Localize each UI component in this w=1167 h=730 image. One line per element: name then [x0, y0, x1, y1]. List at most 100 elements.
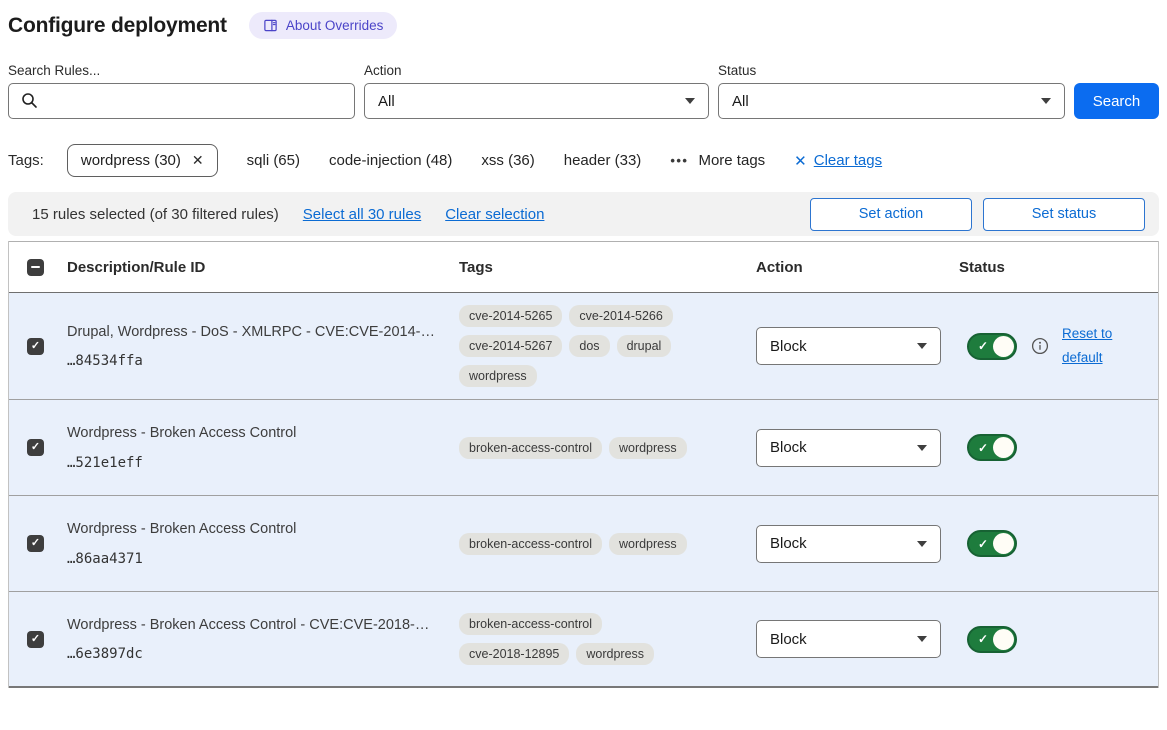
column-header-action: Action [756, 259, 959, 276]
rule-id: …86aa4371 [67, 551, 449, 567]
selection-bar: 15 rules selected (of 30 filtered rules)… [8, 192, 1159, 236]
rule-description: Wordpress - Broken Access Control - CVE:… [67, 616, 449, 636]
status-filter-select[interactable]: All [718, 83, 1065, 119]
row-checkbox[interactable]: ✓ [27, 439, 44, 456]
row-action-value: Block [770, 631, 807, 648]
tag-pill: wordpress [459, 365, 537, 387]
column-header-description: Description/Rule ID [59, 259, 459, 276]
book-icon [263, 18, 278, 33]
rule-tags: broken-access-controlcve-2018-12895wordp… [459, 613, 709, 665]
search-rules-label: Search Rules... [8, 63, 355, 78]
check-icon: ✓ [978, 340, 988, 352]
toggle-knob [993, 336, 1014, 357]
select-all-checkbox[interactable] [27, 259, 44, 276]
check-icon: ✓ [31, 341, 40, 352]
set-status-button[interactable]: Set status [983, 198, 1145, 231]
tag-pill: broken-access-control [459, 533, 602, 555]
more-tags-button[interactable]: ••• More tags [670, 152, 765, 169]
tag-pill: wordpress [609, 437, 687, 459]
page-header: Configure deployment About Overrides [8, 12, 1159, 39]
rule-id: …521e1eff [67, 455, 449, 471]
action-filter-label: Action [364, 63, 709, 78]
check-icon: ✓ [978, 538, 988, 550]
tag-pill: cve-2014-5266 [569, 305, 672, 327]
status-toggle[interactable]: ✓ [967, 530, 1017, 557]
about-overrides-badge[interactable]: About Overrides [249, 12, 398, 39]
table-row: ✓ Wordpress - Broken Access Control - CV… [9, 592, 1158, 688]
row-action-select[interactable]: Block [756, 327, 941, 365]
page-title: Configure deployment [8, 14, 227, 38]
action-filter-value: All [378, 93, 395, 110]
tag-pill: wordpress [576, 643, 654, 665]
row-action-select[interactable]: Block [756, 429, 941, 467]
status-toggle[interactable]: ✓ [967, 626, 1017, 653]
select-all-link[interactable]: Select all 30 rules [303, 206, 421, 223]
tag-pill: cve-2014-5267 [459, 335, 562, 357]
tag-link-sqli[interactable]: sqli (65) [247, 152, 300, 169]
check-icon: ✓ [978, 442, 988, 454]
clear-tags-link[interactable]: ✕ Clear tags [794, 152, 882, 170]
status-toggle[interactable]: ✓ [967, 333, 1017, 360]
tags-bar: Tags: wordpress (30) ✕ sqli (65) code-in… [8, 144, 1159, 177]
info-icon[interactable] [1031, 337, 1049, 355]
tag-link-header[interactable]: header (33) [564, 152, 642, 169]
toggle-knob [993, 629, 1014, 650]
filters-row: Search Rules... Action All Status [8, 63, 1159, 119]
table-row: ✓ Wordpress - Broken Access Control …86a… [9, 496, 1158, 592]
selected-tag-chip[interactable]: wordpress (30) ✕ [67, 144, 218, 177]
chevron-down-icon [917, 541, 927, 547]
more-tags-label: More tags [698, 152, 765, 169]
selection-summary: 15 rules selected (of 30 filtered rules) [32, 206, 279, 223]
chevron-down-icon [917, 445, 927, 451]
reset-to-default-link[interactable]: Reset to default [1062, 322, 1124, 371]
check-icon: ✓ [978, 633, 988, 645]
tag-pill: wordpress [609, 533, 687, 555]
table-header: Description/Rule ID Tags Action Status [9, 241, 1158, 293]
row-checkbox[interactable]: ✓ [27, 535, 44, 552]
tag-pill: cve-2018-12895 [459, 643, 569, 665]
configure-deployment-page: Configure deployment About Overrides Sea… [8, 12, 1159, 688]
status-toggle[interactable]: ✓ [967, 434, 1017, 461]
chevron-down-icon [685, 98, 695, 104]
tags-bar-label: Tags: [8, 152, 44, 169]
action-filter-select[interactable]: All [364, 83, 709, 119]
toggle-knob [993, 437, 1014, 458]
search-rules-input[interactable] [8, 83, 355, 119]
row-action-select[interactable]: Block [756, 525, 941, 563]
clear-selection-link[interactable]: Clear selection [445, 206, 544, 223]
tag-link-code-injection[interactable]: code-injection (48) [329, 152, 452, 169]
rule-id: …84534ffa [67, 353, 449, 369]
row-checkbox[interactable]: ✓ [27, 631, 44, 648]
tag-pill: broken-access-control [459, 437, 602, 459]
rule-tags: cve-2014-5265cve-2014-5266cve-2014-5267d… [459, 305, 709, 387]
selected-tag-label: wordpress (30) [81, 152, 181, 169]
ellipsis-icon: ••• [670, 153, 688, 168]
rule-id: …6e3897dc [67, 646, 449, 662]
tag-link-xss[interactable]: xss (36) [481, 152, 534, 169]
rules-table: Description/Rule ID Tags Action Status ✓… [8, 241, 1159, 688]
chevron-down-icon [917, 343, 927, 349]
chevron-down-icon [917, 636, 927, 642]
status-filter-value: All [732, 93, 749, 110]
set-action-button[interactable]: Set action [810, 198, 972, 231]
check-icon: ✓ [31, 634, 40, 645]
row-action-value: Block [770, 535, 807, 552]
table-body: ✓ Drupal, Wordpress - DoS - XMLRPC - CVE… [9, 293, 1158, 688]
row-action-select[interactable]: Block [756, 620, 941, 658]
rule-description: Drupal, Wordpress - DoS - XMLRPC - CVE:C… [67, 323, 449, 343]
table-row: ✓ Wordpress - Broken Access Control …521… [9, 400, 1158, 496]
rule-description: Wordpress - Broken Access Control [67, 424, 449, 444]
row-action-value: Block [770, 439, 807, 456]
tag-pill: dos [569, 335, 609, 357]
column-header-status: Status [959, 259, 1158, 276]
row-action-value: Block [770, 338, 807, 355]
about-overrides-label: About Overrides [286, 18, 384, 33]
rule-description: Wordpress - Broken Access Control [67, 520, 449, 540]
row-checkbox[interactable]: ✓ [27, 338, 44, 355]
search-button[interactable]: Search [1074, 83, 1159, 119]
column-header-tags: Tags [459, 259, 756, 276]
remove-tag-icon[interactable]: ✕ [192, 152, 204, 169]
indeterminate-icon [31, 266, 40, 269]
close-icon: ✕ [794, 152, 807, 170]
rule-tags: broken-access-control wordpress [459, 533, 709, 555]
